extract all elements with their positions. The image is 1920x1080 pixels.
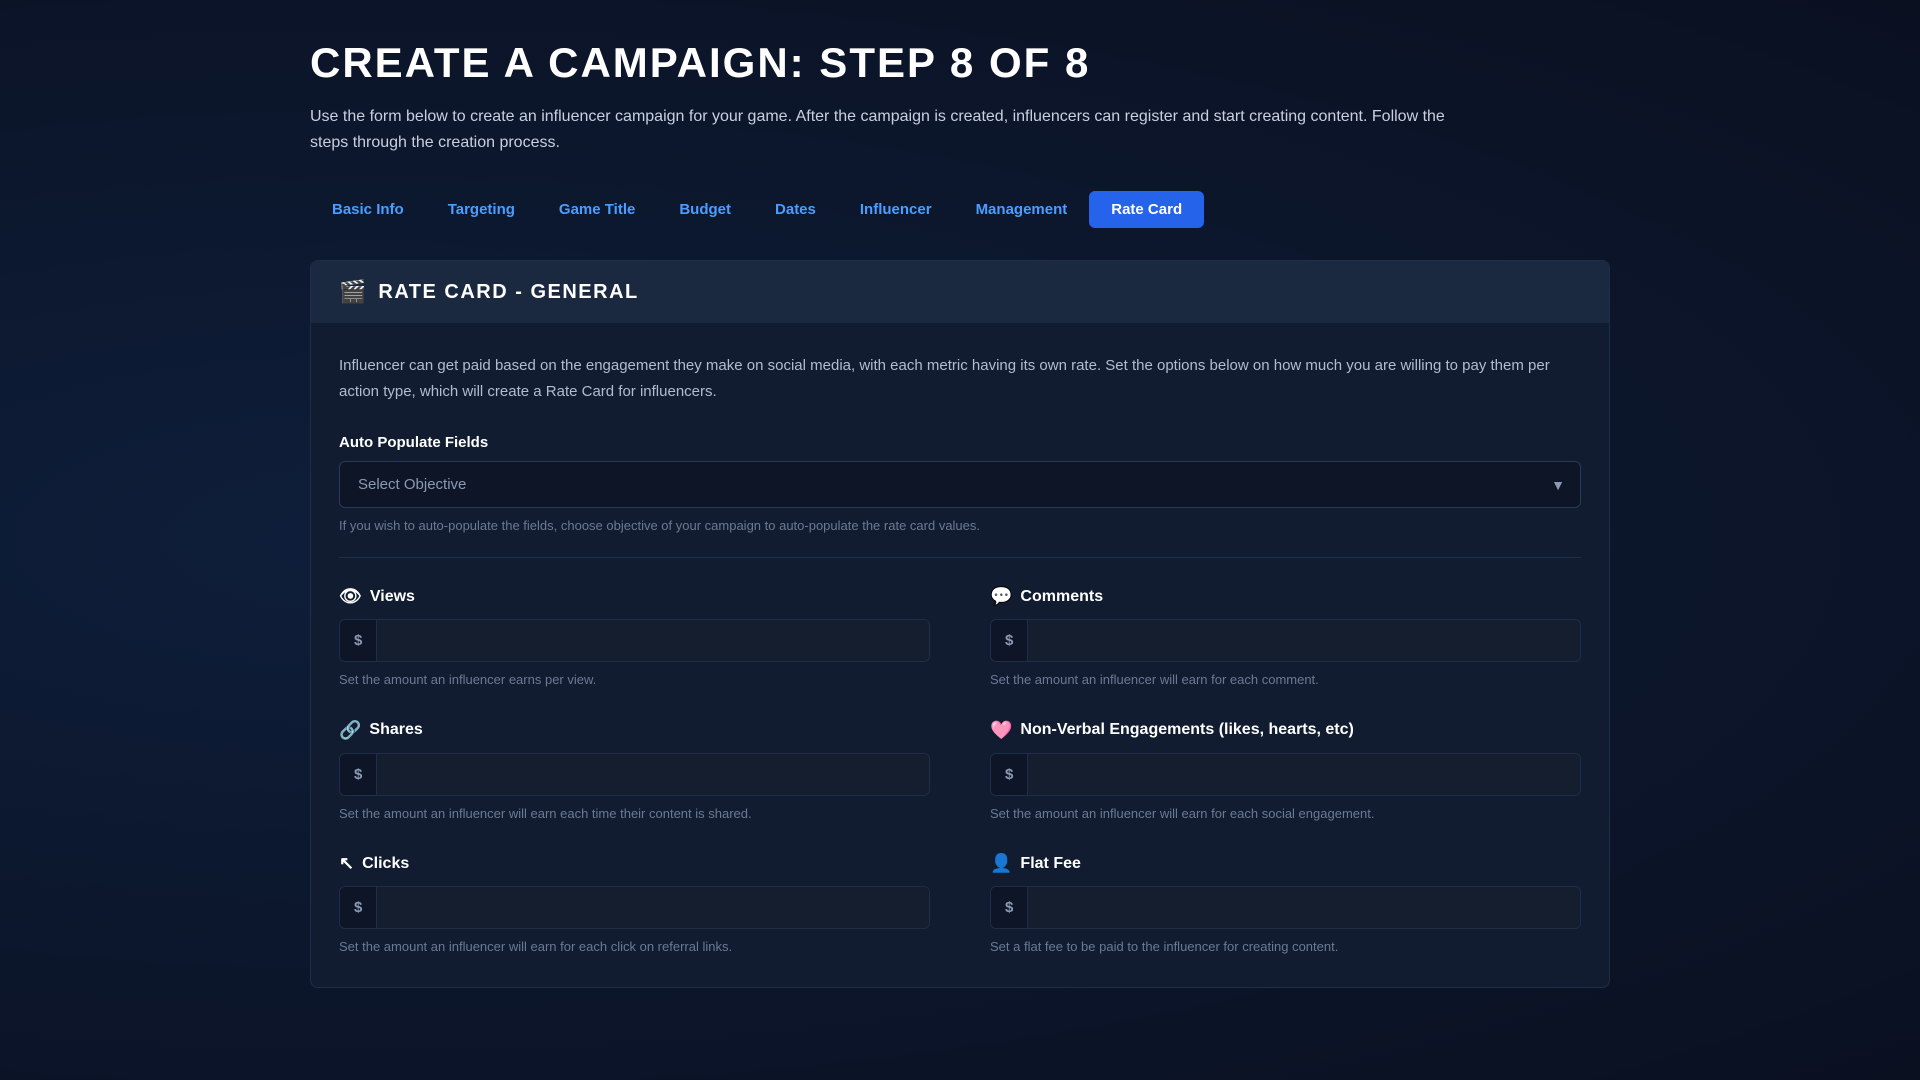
views-input-wrapper: $ xyxy=(339,619,930,662)
metric-views: 👁 Views $ Set the amount an influencer e… xyxy=(339,586,930,690)
metric-non-verbal: 🩷 Non-Verbal Engagements (likes, hearts,… xyxy=(990,720,1581,824)
auto-populate-hint: If you wish to auto-populate the fields,… xyxy=(339,518,1581,533)
card-header-title: RATE CARD - GENERAL xyxy=(378,281,638,304)
clicks-icon: ↖ xyxy=(339,853,354,874)
non-verbal-input[interactable] xyxy=(1028,754,1580,795)
card-header: 🎬 RATE CARD - GENERAL xyxy=(311,261,1609,323)
metric-flat-fee: 👤 Flat Fee $ Set a flat fee to be paid t… xyxy=(990,853,1581,957)
comments-hint: Set the amount an influencer will earn f… xyxy=(990,670,1581,690)
flat-fee-hint: Set a flat fee to be paid to the influen… xyxy=(990,937,1581,957)
views-input[interactable] xyxy=(377,620,929,661)
views-icon: 👁 xyxy=(339,586,362,607)
shares-label: 🔗 Shares xyxy=(339,720,930,741)
nav-basic-info[interactable]: Basic Info xyxy=(310,191,426,228)
comments-input[interactable] xyxy=(1028,620,1580,661)
nav-budget[interactable]: Budget xyxy=(657,191,753,228)
flat-fee-prefix: $ xyxy=(991,887,1028,928)
metric-clicks: ↖ Clicks $ Set the amount an influencer … xyxy=(339,853,930,957)
clicks-prefix: $ xyxy=(340,887,377,928)
metrics-grid: 👁 Views $ Set the amount an influencer e… xyxy=(339,586,1581,957)
nav-rate-card[interactable]: Rate Card xyxy=(1089,191,1204,228)
clicks-input-wrapper: $ xyxy=(339,886,930,929)
page-subtitle: Use the form below to create an influenc… xyxy=(310,104,1450,155)
page-title: CREATE A CAMPAIGN: STEP 8 OF 8 xyxy=(310,40,1610,86)
nav-influencer[interactable]: Influencer xyxy=(838,191,954,228)
auto-populate-label: Auto Populate Fields xyxy=(339,434,1581,451)
comments-prefix: $ xyxy=(991,620,1028,661)
rate-card-panel: 🎬 RATE CARD - GENERAL Influencer can get… xyxy=(310,260,1610,988)
nav-dates[interactable]: Dates xyxy=(753,191,838,228)
step-navigation: Basic Info Targeting Game Title Budget D… xyxy=(310,191,1610,228)
section-divider xyxy=(339,557,1581,558)
heart-icon: 🩷 xyxy=(990,720,1012,741)
clicks-input[interactable] xyxy=(377,887,929,928)
comments-icon: 💬 xyxy=(990,586,1012,607)
rate-card-icon: 🎬 xyxy=(339,279,366,305)
card-body: Influencer can get paid based on the eng… xyxy=(311,323,1609,987)
shares-hint: Set the amount an influencer will earn e… xyxy=(339,804,930,824)
non-verbal-label: 🩷 Non-Verbal Engagements (likes, hearts,… xyxy=(990,720,1581,741)
metric-shares: 🔗 Shares $ Set the amount an influencer … xyxy=(339,720,930,824)
nav-management[interactable]: Management xyxy=(954,191,1090,228)
comments-input-wrapper: $ xyxy=(990,619,1581,662)
metric-comments: 💬 Comments $ Set the amount an influence… xyxy=(990,586,1581,690)
nav-game-title[interactable]: Game Title xyxy=(537,191,657,228)
clicks-hint: Set the amount an influencer will earn f… xyxy=(339,937,930,957)
comments-label: 💬 Comments xyxy=(990,586,1581,607)
non-verbal-prefix: $ xyxy=(991,754,1028,795)
views-label: 👁 Views xyxy=(339,586,930,607)
shares-input-wrapper: $ xyxy=(339,753,930,796)
views-hint: Set the amount an influencer earns per v… xyxy=(339,670,930,690)
nav-targeting[interactable]: Targeting xyxy=(426,191,537,228)
shares-icon: 🔗 xyxy=(339,720,361,741)
shares-input[interactable] xyxy=(377,754,929,795)
flat-fee-label: 👤 Flat Fee xyxy=(990,853,1581,874)
views-prefix: $ xyxy=(340,620,377,661)
objective-select-wrapper: Select ObjectiveBrand AwarenessGame Inst… xyxy=(339,461,1581,508)
non-verbal-hint: Set the amount an influencer will earn f… xyxy=(990,804,1581,824)
non-verbal-input-wrapper: $ xyxy=(990,753,1581,796)
flat-fee-input-wrapper: $ xyxy=(990,886,1581,929)
flat-fee-icon: 👤 xyxy=(990,853,1012,874)
clicks-label: ↖ Clicks xyxy=(339,853,930,874)
card-description: Influencer can get paid based on the eng… xyxy=(339,353,1581,404)
shares-prefix: $ xyxy=(340,754,377,795)
objective-select[interactable]: Select ObjectiveBrand AwarenessGame Inst… xyxy=(339,461,1581,508)
flat-fee-input[interactable] xyxy=(1028,887,1580,928)
